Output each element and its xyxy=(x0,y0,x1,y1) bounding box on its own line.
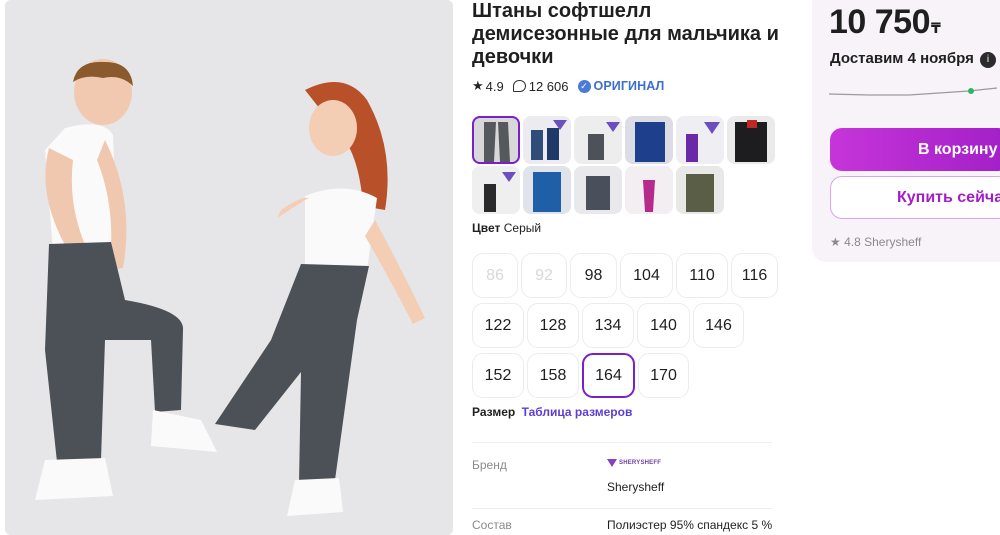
thumb-7[interactable] xyxy=(472,166,520,214)
size-option[interactable]: 104 xyxy=(620,253,673,298)
star-icon: ★ xyxy=(472,78,484,93)
currency: ₸ xyxy=(931,20,941,36)
size-option[interactable]: 170 xyxy=(638,353,689,398)
brand-logo-text: SHERYSHEFF xyxy=(619,460,662,466)
size-option[interactable]: 152 xyxy=(472,353,524,398)
size-option[interactable]: 146 xyxy=(693,303,744,348)
size-option[interactable]: 122 xyxy=(472,303,524,348)
thumb-4[interactable] xyxy=(625,116,673,164)
material-value: Полиэстер 95% спандекс 5 % xyxy=(607,518,773,532)
size-option[interactable]: 128 xyxy=(527,303,579,348)
product-title: Штаны софтшелл демисезонные для мальчика… xyxy=(472,0,779,68)
size-option[interactable]: 116 xyxy=(731,253,778,298)
size-option[interactable]: 110 xyxy=(676,253,728,298)
info-icon[interactable]: i xyxy=(980,52,996,68)
price-history-sparkline[interactable] xyxy=(829,80,1000,106)
size-option-selected[interactable]: 164 xyxy=(582,353,635,398)
divider xyxy=(472,508,772,509)
thumb-3[interactable] xyxy=(574,116,622,164)
brand-logo[interactable]: SHERYSHEFF xyxy=(607,459,661,467)
size-label: Размер xyxy=(472,405,516,419)
price: 10 750₸ xyxy=(829,3,941,42)
size-info: Размер Таблица размеров xyxy=(472,405,632,419)
color-value: Серый xyxy=(503,221,542,235)
rating-value[interactable]: 4.9 xyxy=(486,79,504,94)
seller-info[interactable]: ★ 4.8 Sherysheff xyxy=(830,235,921,249)
thumb-11[interactable] xyxy=(676,166,724,214)
buy-now-button[interactable]: Купить сейчас xyxy=(830,176,1000,219)
thumb-5[interactable] xyxy=(676,116,724,164)
product-info: Штаны софтшелл демисезонные для мальчика… xyxy=(472,0,792,532)
brand-value[interactable]: Sherysheff xyxy=(607,480,664,494)
size-option[interactable]: 98 xyxy=(570,253,617,298)
thumb-9[interactable] xyxy=(574,166,622,214)
verified-icon: ✓ xyxy=(577,79,591,93)
thumb-8[interactable] xyxy=(523,166,571,214)
thumb-6[interactable] xyxy=(727,116,775,164)
reviews-icon xyxy=(512,80,526,92)
add-to-cart-button[interactable]: В корзину xyxy=(830,128,1000,171)
delivery-text: Доставим 4 ноября xyxy=(830,50,974,67)
reviews-count[interactable]: 12 606 xyxy=(529,79,569,94)
size-option[interactable]: 158 xyxy=(527,353,579,398)
original-badge[interactable]: ОРИГИНАЛ xyxy=(594,79,665,93)
size-option[interactable]: 86 xyxy=(472,253,518,298)
material-label: Состав xyxy=(472,518,512,532)
star-icon: ★ xyxy=(830,235,841,249)
brand-logo-icon xyxy=(607,459,617,467)
size-option[interactable]: 92 xyxy=(521,253,567,298)
brand-label: Бренд xyxy=(472,458,507,472)
thumb-10[interactable] xyxy=(625,166,673,214)
size-table-link[interactable]: Таблица размеров xyxy=(522,405,633,419)
color-label: Цвет xyxy=(472,221,501,235)
size-option[interactable]: 134 xyxy=(582,303,634,348)
seller-rating-name: 4.8 Sherysheff xyxy=(844,235,922,249)
color-info: Цвет Серый xyxy=(472,221,541,235)
divider xyxy=(472,442,772,443)
price-value: 10 750 xyxy=(829,3,931,41)
product-main-photo[interactable] xyxy=(5,0,453,535)
thumb-2[interactable] xyxy=(523,116,571,164)
size-selector: 86 92 98 104 110 116 122 128 134 140 146… xyxy=(472,253,792,401)
product-meta: ★ 4.9 12 606 ✓ ОРИГИНАЛ xyxy=(472,78,792,94)
size-option[interactable]: 140 xyxy=(637,303,690,348)
delivery-selector[interactable]: Доставим 4 ноября⌄ xyxy=(830,50,987,67)
thumb-1[interactable] xyxy=(472,116,520,164)
